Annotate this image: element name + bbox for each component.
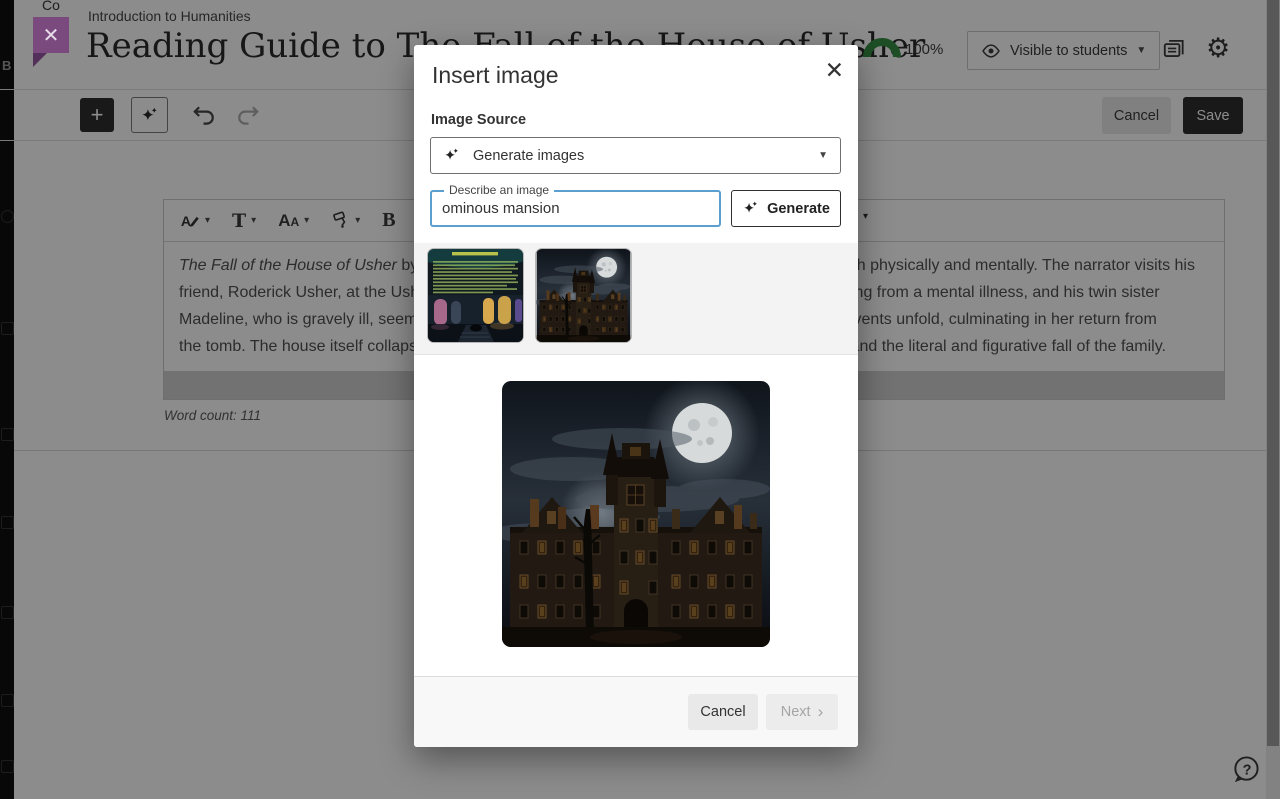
thumbnail-storybook[interactable] (428, 249, 523, 342)
image-source-value: Generate images (473, 148, 584, 164)
panel-close-fold (33, 53, 47, 67)
image-source-label: Image Source (431, 112, 526, 128)
describe-image-field: Describe an image (430, 190, 721, 227)
describe-image-label: Describe an image (444, 183, 554, 197)
generate-button[interactable]: Generate (731, 190, 841, 227)
modal-title: Insert image (432, 62, 559, 89)
modal-next-button[interactable]: Next › (766, 694, 838, 730)
generate-label: Generate (767, 201, 830, 217)
thumbnail-mansion[interactable] (536, 249, 631, 342)
sparkle-icon (443, 147, 460, 164)
modal-footer: Cancel Next › (414, 676, 858, 747)
chevron-down-icon: ▼ (818, 151, 828, 161)
chevron-right-icon: › (818, 702, 824, 722)
sparkle-icon (742, 200, 759, 217)
close-icon[interactable]: ✕ (825, 57, 844, 84)
modal-cancel-button[interactable]: Cancel (688, 694, 758, 730)
generated-thumbnails (414, 243, 858, 355)
image-source-select[interactable]: Generate images ▼ (430, 137, 841, 174)
app-window: B Co Introduction to Humanities Reading … (0, 0, 1280, 799)
panel-close-button[interactable]: ✕ (33, 17, 69, 53)
insert-image-modal: Insert image ✕ Image Source Generate ima… (414, 45, 858, 747)
selected-image-preview[interactable] (502, 381, 770, 647)
